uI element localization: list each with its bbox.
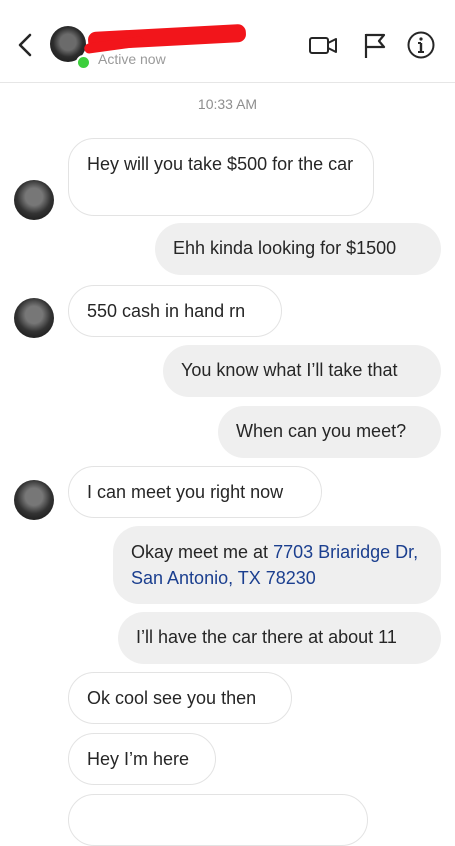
incoming-message-partial[interactable] [68, 794, 368, 846]
message-timestamp: 10:33 AM [197, 96, 258, 112]
outgoing-message[interactable]: You know what I’ll take that [163, 345, 441, 397]
flag-icon[interactable] [360, 30, 390, 60]
active-status-dot [76, 55, 91, 70]
incoming-message[interactable]: Ok cool see you then [68, 672, 292, 724]
incoming-message[interactable]: Hey will you take $500 for the car [68, 138, 374, 216]
incoming-message[interactable]: I can meet you right now [68, 466, 322, 518]
incoming-message[interactable]: 550 cash in hand rn [68, 285, 282, 337]
incoming-message[interactable]: Hey I’m here [68, 733, 216, 785]
sender-avatar[interactable] [14, 180, 54, 220]
chat-header: Active now [0, 0, 455, 83]
outgoing-message[interactable]: Okay meet me at 7703 Briaridge Dr, San A… [113, 526, 441, 604]
outgoing-message[interactable]: Ehh kinda looking for $1500 [155, 223, 441, 275]
back-chevron-icon[interactable] [14, 30, 38, 60]
video-call-icon[interactable] [308, 30, 338, 60]
sender-avatar[interactable] [14, 480, 54, 520]
outgoing-message[interactable]: I’ll have the car there at about 11 [118, 612, 441, 664]
message-text: Okay meet me at [131, 542, 274, 562]
outgoing-message[interactable]: When can you meet? [218, 406, 441, 458]
active-status-text: Active now [98, 51, 166, 67]
sender-avatar[interactable] [14, 298, 54, 338]
info-icon[interactable] [406, 30, 436, 60]
